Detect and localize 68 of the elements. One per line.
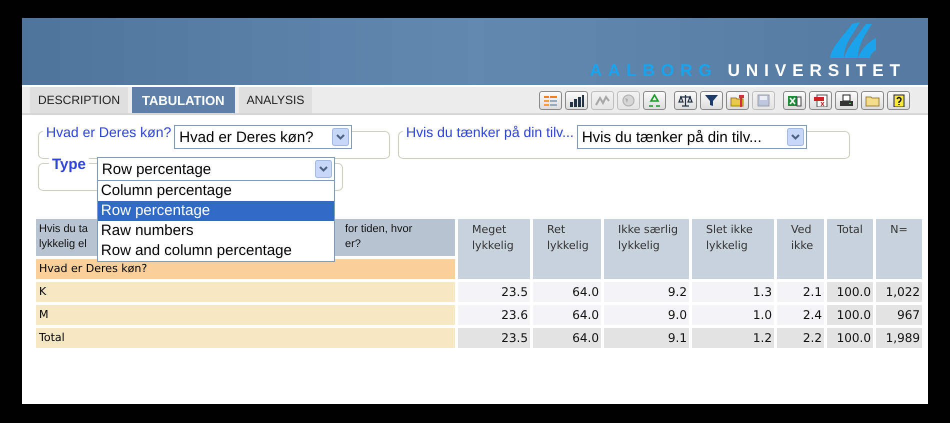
- folder-hammer-icon: [730, 94, 745, 106]
- dropdown-option[interactable]: Row percentage: [98, 201, 334, 221]
- column-header: Slet ikke lykkelig: [692, 219, 774, 279]
- logo-text: UNIVERSITET: [728, 62, 906, 79]
- toolbar-button[interactable]: [674, 90, 697, 110]
- table-cell: 1.0: [692, 305, 774, 325]
- table-cell: 100.0: [827, 328, 873, 348]
- table-cell: 2.4: [777, 305, 824, 325]
- filter-select[interactable]: Hvis du tænker på din tilv...: [576, 125, 807, 149]
- dropdown-option[interactable]: Column percentage: [98, 181, 334, 201]
- toolbar-button[interactable]: [887, 90, 910, 110]
- row-label: K: [36, 282, 455, 302]
- filter-legend: Type: [49, 156, 89, 174]
- toolbar-button[interactable]: [809, 90, 832, 110]
- filter-select[interactable]: Hvad er Deres køn?: [174, 125, 352, 149]
- help-icon: [891, 94, 906, 106]
- table-cell: 1.3: [692, 282, 774, 302]
- row-label: M: [36, 305, 455, 325]
- folder-icon: [865, 94, 880, 106]
- save-icon: [756, 94, 771, 106]
- table-cell: 64.0: [533, 328, 601, 348]
- scales-icon: [678, 94, 693, 106]
- spreadsheet-icon: [787, 94, 802, 106]
- row-label: Total: [36, 328, 455, 348]
- table-cell: 64.0: [533, 282, 601, 302]
- table-cell: 64.0: [533, 305, 601, 325]
- logo-text: AALBORG: [590, 62, 718, 79]
- line-chart-icon: [595, 94, 610, 106]
- table-cell: 1.2: [692, 328, 774, 348]
- bar-chart-icon: [569, 94, 584, 106]
- toolbar-button[interactable]: [835, 90, 858, 110]
- filter-legend: Hvis du tænker på din tilv...: [403, 124, 577, 142]
- column-header: N=: [876, 219, 922, 279]
- column-header: Ret lykkelig: [533, 219, 601, 279]
- column-header: Ikke særlig lykkelig: [604, 219, 689, 279]
- toolbar-button[interactable]: [783, 90, 806, 110]
- table-cell: 2.1: [777, 282, 824, 302]
- table-cell: 100.0: [827, 282, 873, 302]
- table-cell: 967: [876, 305, 922, 325]
- pdf-file-icon: [813, 94, 828, 106]
- tab[interactable]: DESCRIPTION: [30, 87, 128, 113]
- table-cell: 23.5: [458, 282, 530, 302]
- filter-icon: [704, 94, 719, 106]
- table-cell: 23.6: [458, 305, 530, 325]
- table-cell: 1,989: [876, 328, 922, 348]
- dropdown-option[interactable]: Raw numbers: [98, 221, 334, 241]
- tab[interactable]: TABULATION: [132, 87, 235, 113]
- header-text: Hvis du ta lykkelig el: [39, 222, 88, 252]
- table-cell: 9.0: [604, 305, 689, 325]
- table-cell: 1,022: [876, 282, 922, 302]
- table-cell: 23.5: [458, 328, 530, 348]
- toolbar-button[interactable]: [565, 90, 588, 110]
- column-header: Ved ikke: [777, 219, 824, 279]
- header-text: for tiden, hvor er?: [345, 222, 414, 252]
- globe-icon: [621, 94, 636, 106]
- table-cell: 2.2: [777, 328, 824, 348]
- table-cell: 9.1: [604, 328, 689, 348]
- column-header: Total: [827, 219, 873, 279]
- group-header-cell: Hvad er Deres køn?: [36, 259, 455, 279]
- table-icon: [543, 94, 558, 106]
- column-header: Meget lykkelig: [458, 219, 530, 279]
- table-cell: 9.2: [604, 282, 689, 302]
- tab[interactable]: ANALYSIS: [238, 87, 312, 113]
- dropdown-option[interactable]: Row and column percentage: [98, 241, 334, 261]
- table-cell: 100.0: [827, 305, 873, 325]
- printer-icon: [839, 94, 854, 106]
- filter-legend: Hvad er Deres køn?: [43, 124, 174, 142]
- toolbar-button[interactable]: [700, 90, 723, 110]
